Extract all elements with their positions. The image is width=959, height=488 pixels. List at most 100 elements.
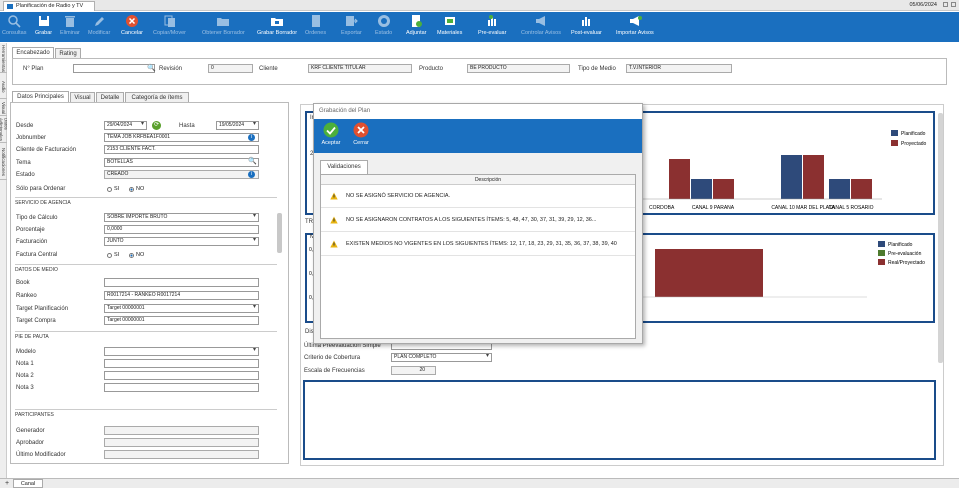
grabar-borrador-label: Grabar Borrador xyxy=(257,30,298,36)
revision-field: 0 xyxy=(208,64,253,73)
validation-message: NO SE ASIGNÓ SERVICIO DE AGENCIA. xyxy=(346,193,451,199)
canal-tab[interactable]: Canal xyxy=(13,479,43,488)
desde-label: Desde xyxy=(16,123,34,129)
aceptar-button[interactable]: Aceptar xyxy=(318,122,344,150)
estado-field: CREADO xyxy=(104,170,259,179)
cliente-facturacion-field[interactable]: 2153 CLIENTE FACT. xyxy=(104,145,259,154)
folder-open-icon xyxy=(216,14,230,28)
modelo-label: Modelo xyxy=(16,349,36,355)
column-header: Descripción xyxy=(321,175,635,185)
nota1-field[interactable] xyxy=(104,359,259,368)
escala-frecuencias-stepper[interactable]: 20 xyxy=(391,366,436,375)
validation-row[interactable]: EXISTEN MEDIOS NO VIGENTES EN LOS SIGUIE… xyxy=(321,233,635,256)
adjuntar-label: Adjuntar xyxy=(406,30,427,36)
grabacion-plan-dialog: Grabación del Plan Aceptar Cerrar Valida… xyxy=(313,103,643,344)
side-tab-notificaciones[interactable]: Notificaciones xyxy=(0,145,7,180)
obtener-borrador-button[interactable]: Obtener Borrador xyxy=(202,13,245,41)
nota3-field[interactable] xyxy=(104,383,259,392)
side-tab-datos-adicionales[interactable]: Datos Adicionales xyxy=(0,118,7,143)
grabar-button[interactable]: Grabar xyxy=(35,13,52,41)
eliminar-button[interactable]: Eliminar xyxy=(60,13,80,41)
materiales-button[interactable]: Materiales xyxy=(437,13,462,41)
exportar-button[interactable]: Exportar xyxy=(341,13,362,41)
plan-input[interactable] xyxy=(73,64,155,73)
side-tab-audio[interactable]: Audio xyxy=(0,75,7,99)
nota2-label: Nota 2 xyxy=(16,373,34,379)
info-icon[interactable]: i xyxy=(248,171,255,178)
bottom-bar: + Canal xyxy=(0,478,959,488)
desde-date-picker[interactable]: 29/04/2024 xyxy=(104,121,147,130)
ribbon-toolbar: Consultas Grabar Eliminar Modificar Cancelar… xyxy=(0,12,959,42)
factura-central-si-radio[interactable]: SI xyxy=(107,252,119,258)
porcentaje-field[interactable]: 0,0000 xyxy=(104,225,259,234)
importar-avisos-button[interactable]: Importar Avisos xyxy=(616,13,654,41)
pre-evaluar-button[interactable]: Pre-evaluar xyxy=(478,13,506,41)
modificar-button[interactable]: Modificar xyxy=(88,13,110,41)
nota2-field[interactable] xyxy=(104,371,259,380)
search-icon[interactable]: 🔍 xyxy=(147,64,156,72)
solo-ordenar-no-radio[interactable]: NO xyxy=(129,186,144,192)
servicio-agencia-section: SERVICIO DE AGENCIA xyxy=(15,197,277,206)
book-field[interactable] xyxy=(104,278,259,287)
modelo-select[interactable] xyxy=(104,347,259,356)
target-planificacion-select[interactable]: Target 00000001 xyxy=(104,304,259,313)
tab-visual[interactable]: Visual xyxy=(70,92,95,102)
cancelar-button[interactable]: Cancelar xyxy=(121,13,143,41)
cancel-icon xyxy=(125,14,139,28)
vertical-scrollbar[interactable] xyxy=(277,213,282,253)
side-tab-herramientas[interactable]: Herramientas xyxy=(0,45,7,73)
materiales-label: Materiales xyxy=(437,30,463,36)
refresh-date-icon[interactable]: ⟳ xyxy=(152,121,161,130)
radio-selected-icon xyxy=(129,186,134,192)
info-icon[interactable]: i xyxy=(248,134,255,141)
criterio-cobertura-select[interactable]: PLAN COMPLETO xyxy=(391,353,492,362)
add-tab-button[interactable]: + xyxy=(5,480,9,487)
validation-row[interactable]: NO SE ASIGNARON CONTRATOS A LOS SIGUIENT… xyxy=(321,209,635,232)
obtener-borrador-label: Obtener Borrador xyxy=(202,30,245,36)
warning-icon xyxy=(330,240,338,248)
radio-icon xyxy=(107,186,112,192)
grabar-borrador-button[interactable]: Grabar Borrador xyxy=(257,13,297,41)
generador-label: Generador xyxy=(16,428,45,434)
target-compra-field[interactable]: Target 00000001 xyxy=(104,316,259,325)
legend-label: Proyectado xyxy=(901,141,927,147)
radio-selected-icon xyxy=(129,252,134,258)
nota1-label: Nota 1 xyxy=(16,361,34,367)
validation-row[interactable]: NO SE ASIGNÓ SERVICIO DE AGENCIA. xyxy=(321,185,635,208)
factura-central-no-radio[interactable]: NO xyxy=(129,252,144,258)
warning-icon xyxy=(330,216,338,224)
app-icon xyxy=(7,4,13,9)
controlar-avisos-button[interactable]: Controlar Avisos xyxy=(521,13,561,41)
app-tab[interactable]: Planificación de Radio y TV xyxy=(3,1,95,11)
estado-button[interactable]: Estado xyxy=(375,13,392,41)
copiar-mover-button[interactable]: Copiar/Mover xyxy=(153,13,186,41)
side-tab-visual[interactable]: Visual xyxy=(0,101,7,116)
facturacion-select[interactable]: JUNTO xyxy=(104,237,259,246)
solo-ordenar-si-radio[interactable]: SI xyxy=(107,186,119,192)
cerrar-button[interactable]: Cerrar xyxy=(349,122,373,150)
window-controls xyxy=(943,2,956,7)
tab-categoria-items[interactable]: Categoría de ítems xyxy=(125,92,189,102)
post-evaluar-button[interactable]: Post-evaluar xyxy=(571,13,602,41)
right-scrollbar[interactable] xyxy=(938,113,943,363)
legend-swatch xyxy=(891,140,898,146)
hasta-date-picker[interactable]: 19/05/2024 xyxy=(216,121,259,130)
adjuntar-button[interactable]: Adjuntar xyxy=(406,13,427,41)
tab-rating[interactable]: Rating xyxy=(55,48,81,58)
checkmark-icon xyxy=(323,122,339,138)
close-window-icon[interactable] xyxy=(951,2,956,7)
tipo-calculo-label: Tipo de Cálculo xyxy=(16,215,58,221)
tab-validaciones[interactable]: Validaciones xyxy=(320,160,368,174)
tipo-calculo-select[interactable]: SOBRE IMPORTE BRUTO xyxy=(104,213,259,222)
legend-label: Real/Proyectado xyxy=(888,260,925,266)
minimize-icon[interactable] xyxy=(943,2,948,7)
search-icon[interactable]: 🔍 xyxy=(248,157,257,165)
rankeo-field[interactable]: R0017214 - RANKEO R0017214 xyxy=(104,291,259,300)
tab-detalle[interactable]: Detalle xyxy=(96,92,124,102)
radio-icon xyxy=(107,252,112,258)
legend-label: Planificado xyxy=(901,131,926,137)
tema-field[interactable]: BOTELLAS xyxy=(104,158,259,167)
jobnumber-field[interactable]: TEMA JOB KRFBEA1F0001 xyxy=(104,133,259,142)
consultas-button[interactable]: Consultas xyxy=(2,13,26,41)
ordenes-button[interactable]: Ordenes xyxy=(305,13,326,41)
